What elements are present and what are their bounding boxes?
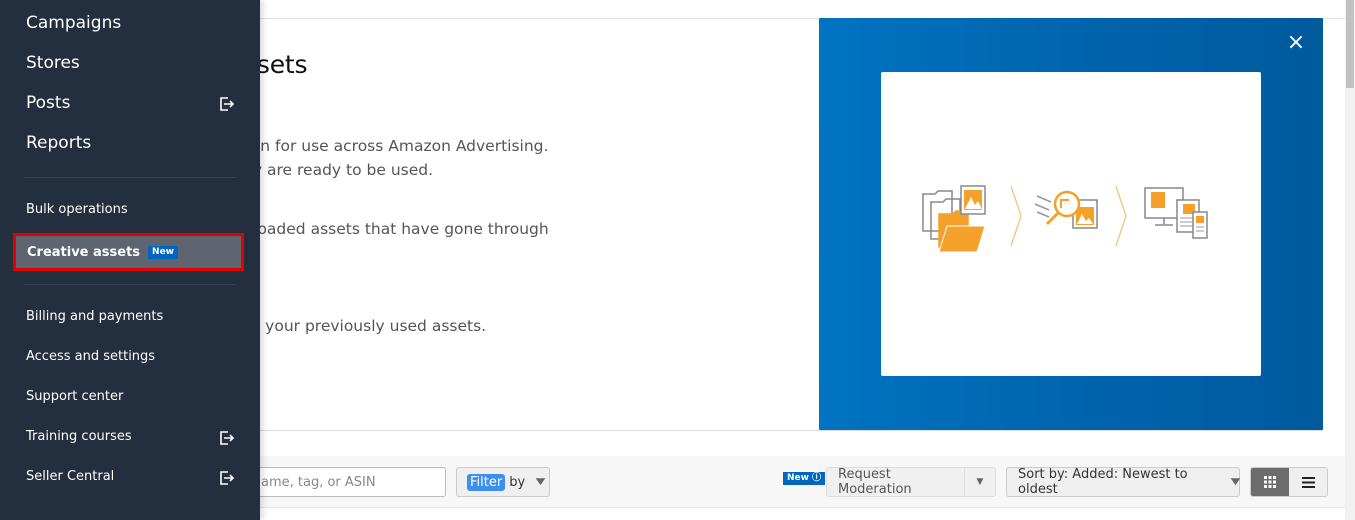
sidebar-item-stores[interactable]: Stores (26, 53, 80, 73)
chevron-right-icon (1115, 185, 1127, 247)
multi-device-display-icon (1144, 187, 1208, 239)
page-scrollbar[interactable] (1345, 0, 1355, 520)
workflow-illustration (881, 72, 1261, 376)
request-moderation-dropdown[interactable]: ▼ (965, 468, 995, 496)
workflow-svg (922, 185, 1208, 253)
chevron-right-icon (1010, 185, 1022, 247)
sidebar-nav: Campaigns Stores Posts Reports Bulk oper… (0, 0, 260, 520)
sidebar-item-reports[interactable]: Reports (26, 133, 91, 153)
request-moderation-button[interactable]: Request Moderation (827, 467, 965, 497)
new-badge: New (148, 245, 178, 259)
sort-label: Sort by: Added: Newest to oldest (1018, 467, 1188, 497)
sidebar-item-posts[interactable]: Posts (26, 93, 70, 113)
grid-icon (1264, 476, 1276, 488)
sidebar-item-seller-central[interactable]: Seller Central (26, 469, 114, 484)
sidebar-item-access-settings[interactable]: Access and settings (26, 349, 155, 364)
sidebar-divider (24, 177, 236, 178)
sort-dropdown[interactable]: Sort by: Added: Newest to oldest ▼ (1006, 467, 1240, 497)
intro-banner: × (819, 18, 1323, 430)
external-link-icon (220, 471, 235, 485)
external-link-icon (220, 431, 235, 445)
external-link-icon (220, 97, 235, 111)
page: Creative assets nize in one central loca… (0, 0, 1355, 520)
scrollbar-thumb[interactable] (1346, 0, 1354, 88)
chevron-down-icon: ▼ (976, 477, 984, 487)
sidebar-item-campaigns[interactable]: Campaigns (26, 13, 121, 33)
view-mode-toggle (1250, 467, 1328, 497)
sidebar-item-billing[interactable]: Billing and payments (26, 309, 163, 324)
request-moderation-split-button: Request Moderation ▼ (826, 467, 996, 497)
list-icon (1301, 476, 1315, 488)
sidebar-divider (24, 284, 236, 285)
info-icon: ⓘ (812, 473, 822, 483)
sidebar-item-creative-assets[interactable]: Creative assets New (13, 233, 244, 271)
filter-by-label: by (509, 474, 526, 490)
close-banner-button[interactable]: × (1283, 30, 1309, 56)
filter-highlight: Filter (467, 473, 506, 491)
sidebar-item-support-center[interactable]: Support center (26, 389, 123, 404)
chevron-down-icon: ▼ (535, 477, 546, 487)
sidebar-item-label: Creative assets (27, 244, 141, 260)
close-icon: × (1286, 30, 1306, 55)
sidebar-item-bulk-operations[interactable]: Bulk operations (26, 202, 128, 217)
new-badge: New ⓘ (783, 472, 826, 485)
chevron-down-icon: ▼ (1230, 477, 1241, 487)
grid-view-button[interactable] (1251, 468, 1289, 496)
sidebar-item-training-courses[interactable]: Training courses (26, 429, 132, 444)
filter-by-dropdown[interactable]: Filter by ▼ (456, 467, 550, 497)
list-view-button[interactable] (1289, 468, 1327, 496)
moderation-search-icon (1034, 190, 1098, 229)
upload-folder-icon (922, 185, 986, 253)
